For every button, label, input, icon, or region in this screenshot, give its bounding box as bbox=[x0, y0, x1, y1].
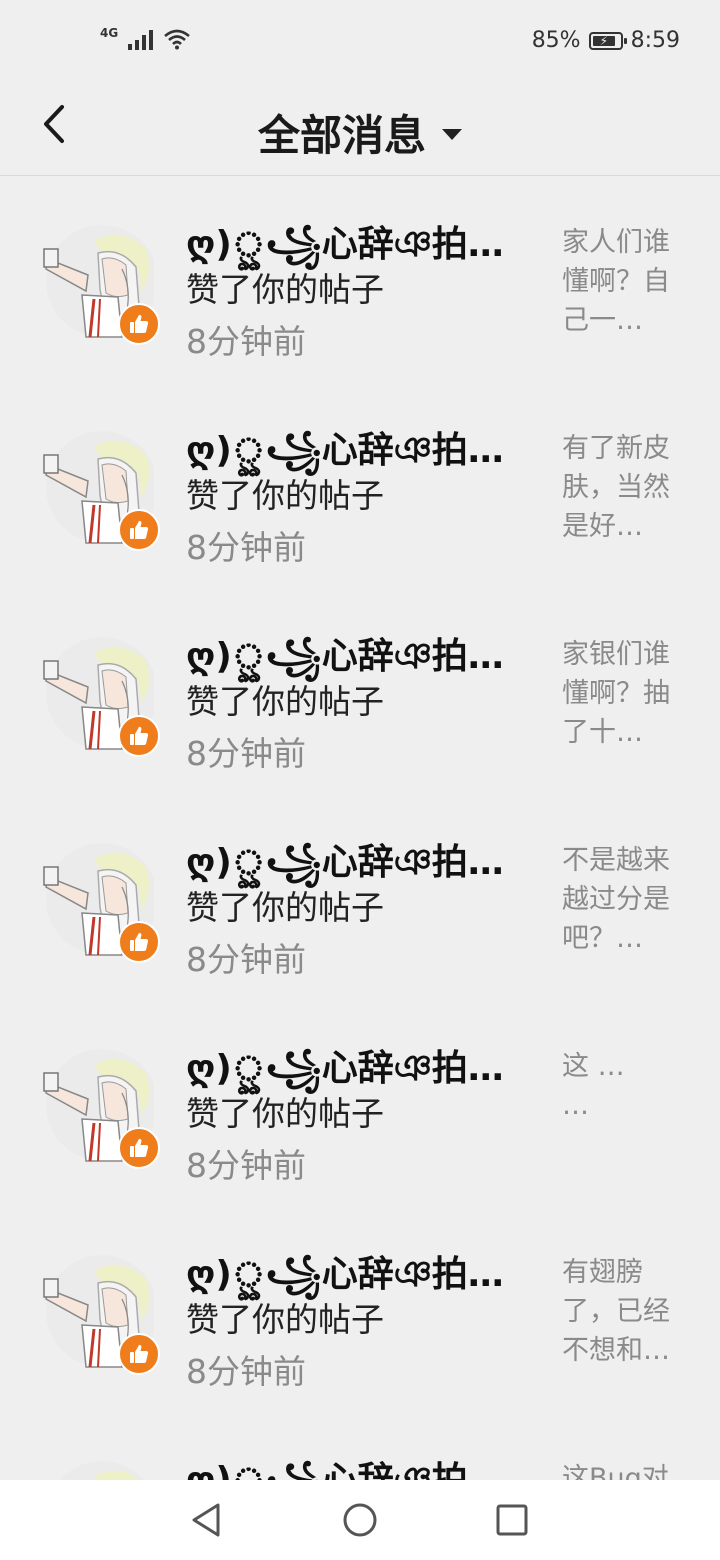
circle-home-icon[interactable] bbox=[340, 1500, 380, 1540]
thumbs-up-icon bbox=[130, 520, 149, 539]
post-preview[interactable]: 家人们谁懂啊？自己一… bbox=[562, 223, 682, 340]
notification-item[interactable]: ღ)ৣ꧁心辞ঞ拍… 赞了你的帖子 8分钟前 这 … … bbox=[0, 1001, 720, 1207]
post-preview[interactable]: 这 … … bbox=[562, 1047, 682, 1125]
like-badge bbox=[118, 921, 160, 963]
wifi-icon bbox=[164, 29, 191, 50]
network-type: 4G bbox=[100, 26, 119, 40]
notification-item[interactable]: ღ)ৣ꧁心辞ঞ拍… 赞了你的帖子 8分钟前 这Bug对 bbox=[0, 1413, 720, 1480]
like-badge bbox=[118, 715, 160, 757]
status-right: 85% ⚡ 8:59 bbox=[532, 28, 680, 53]
notification-list[interactable]: ღ)ৣ꧁心辞ঞ拍… 赞了你的帖子 8分钟前 家人们谁懂啊？自己一… ღ)ৣ꧁心辞… bbox=[0, 177, 720, 1480]
timestamp: 8分钟前 bbox=[186, 734, 306, 773]
like-badge bbox=[118, 303, 160, 345]
triangle-back-icon[interactable] bbox=[186, 1500, 226, 1540]
like-badge bbox=[118, 1333, 160, 1375]
square-recents-icon[interactable] bbox=[492, 1500, 532, 1540]
timestamp: 8分钟前 bbox=[186, 1352, 306, 1391]
battery-percent: 85% bbox=[531, 28, 581, 53]
post-preview[interactable]: 有翅膀了，已经不想和… bbox=[562, 1253, 682, 1370]
status-left: 4G bbox=[100, 26, 191, 50]
like-badge bbox=[118, 1127, 160, 1169]
avatar[interactable] bbox=[42, 1455, 154, 1480]
clock: 8:59 bbox=[630, 28, 680, 53]
action-text: 赞了你的帖子 bbox=[186, 1094, 384, 1133]
thumbs-up-icon bbox=[130, 932, 149, 951]
timestamp: 8分钟前 bbox=[186, 528, 306, 567]
notification-item[interactable]: ღ)ৣ꧁心辞ঞ拍… 赞了你的帖子 8分钟前 不是越来越过分是吧？… bbox=[0, 795, 720, 1001]
action-text: 赞了你的帖子 bbox=[186, 1300, 384, 1339]
action-text: 赞了你的帖子 bbox=[186, 888, 384, 927]
header: 全部消息 bbox=[0, 84, 720, 176]
post-preview[interactable]: 不是越来越过分是吧？… bbox=[562, 841, 682, 958]
system-nav-bar bbox=[0, 1480, 720, 1560]
thumbs-up-icon bbox=[130, 726, 149, 745]
timestamp: 8分钟前 bbox=[186, 940, 306, 979]
charging-icon: ⚡ bbox=[599, 33, 609, 48]
notification-item[interactable]: ღ)ৣ꧁心辞ঞ拍… 赞了你的帖子 8分钟前 有翅膀了，已经不想和… bbox=[0, 1207, 720, 1413]
notification-item[interactable]: ღ)ৣ꧁心辞ঞ拍… 赞了你的帖子 8分钟前 家人们谁懂啊？自己一… bbox=[0, 177, 720, 383]
timestamp: 8分钟前 bbox=[186, 322, 306, 361]
battery-icon: ⚡ bbox=[588, 31, 627, 50]
page-title: 全部消息 bbox=[257, 111, 426, 160]
status-bar: 4G 85% ⚡ 8:59 bbox=[0, 0, 720, 84]
thumbs-up-icon bbox=[130, 1138, 149, 1157]
action-text: 赞了你的帖子 bbox=[186, 476, 384, 515]
action-text: 赞了你的帖子 bbox=[186, 270, 384, 309]
user-name: ღ)ৣ꧁心辞ঞ拍… bbox=[186, 1451, 516, 1480]
post-preview[interactable]: 这Bug对 bbox=[562, 1459, 682, 1480]
notification-item[interactable]: ღ)ৣ꧁心辞ঞ拍… 赞了你的帖子 8分钟前 有了新皮肤，当然是好… bbox=[0, 383, 720, 589]
like-badge bbox=[118, 509, 160, 551]
timestamp: 8分钟前 bbox=[186, 1146, 306, 1185]
signal-icon bbox=[128, 28, 154, 50]
thumbs-up-icon bbox=[130, 314, 149, 333]
post-preview[interactable]: 有了新皮肤，当然是好… bbox=[562, 429, 682, 546]
caret-down-icon bbox=[442, 129, 462, 140]
message-filter-dropdown[interactable]: 全部消息 bbox=[0, 102, 720, 163]
thumbs-up-icon bbox=[130, 1344, 149, 1363]
post-preview[interactable]: 家银们谁懂啊？抽了十… bbox=[562, 635, 682, 752]
action-text: 赞了你的帖子 bbox=[186, 682, 384, 721]
notification-item[interactable]: ღ)ৣ꧁心辞ঞ拍… 赞了你的帖子 8分钟前 家银们谁懂啊？抽了十… bbox=[0, 589, 720, 795]
